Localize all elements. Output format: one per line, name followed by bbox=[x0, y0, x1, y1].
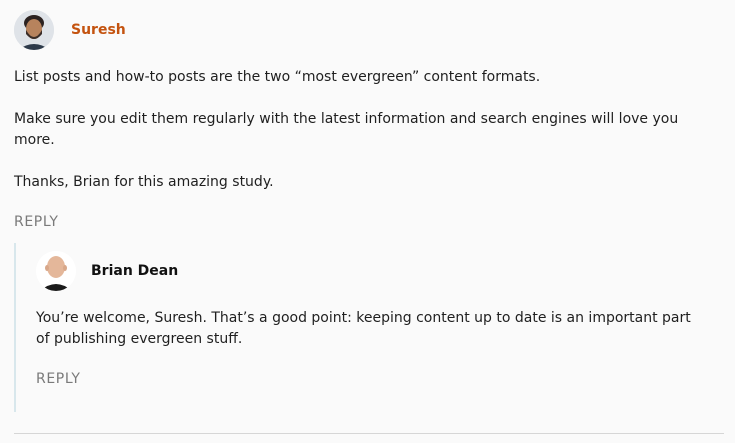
comment-paragraph: Thanks, Brian for this amazing study. bbox=[14, 174, 274, 190]
comment-author[interactable]: Brian Dean bbox=[91, 263, 178, 279]
reply-button[interactable]: REPLY bbox=[36, 371, 81, 387]
comment-paragraph: Make sure you edit them regularly with t… bbox=[14, 111, 679, 148]
comment-header: Suresh bbox=[14, 10, 714, 50]
comment-paragraph: You’re welcome, Suresh. That’s a good po… bbox=[36, 310, 691, 347]
comment-author[interactable]: Suresh bbox=[71, 22, 126, 38]
person-avatar-icon bbox=[36, 251, 76, 291]
comment-header: Brian Dean bbox=[36, 251, 696, 291]
comment-paragraph: List posts and how-to posts are the two … bbox=[14, 69, 541, 85]
reply-thread: Brian Dean You’re welcome, Suresh. That’… bbox=[14, 243, 712, 412]
avatar bbox=[14, 10, 54, 50]
person-avatar-icon bbox=[14, 10, 54, 50]
comment-body: List posts and how-to posts are the two … bbox=[14, 67, 714, 193]
divider bbox=[14, 433, 724, 434]
reply-button[interactable]: REPLY bbox=[14, 214, 59, 230]
reply-comment: Brian Dean You’re welcome, Suresh. That’… bbox=[36, 251, 696, 387]
comment: Suresh List posts and how-to posts are t… bbox=[14, 10, 714, 230]
comment-body: You’re welcome, Suresh. That’s a good po… bbox=[36, 308, 696, 350]
avatar bbox=[36, 251, 76, 291]
